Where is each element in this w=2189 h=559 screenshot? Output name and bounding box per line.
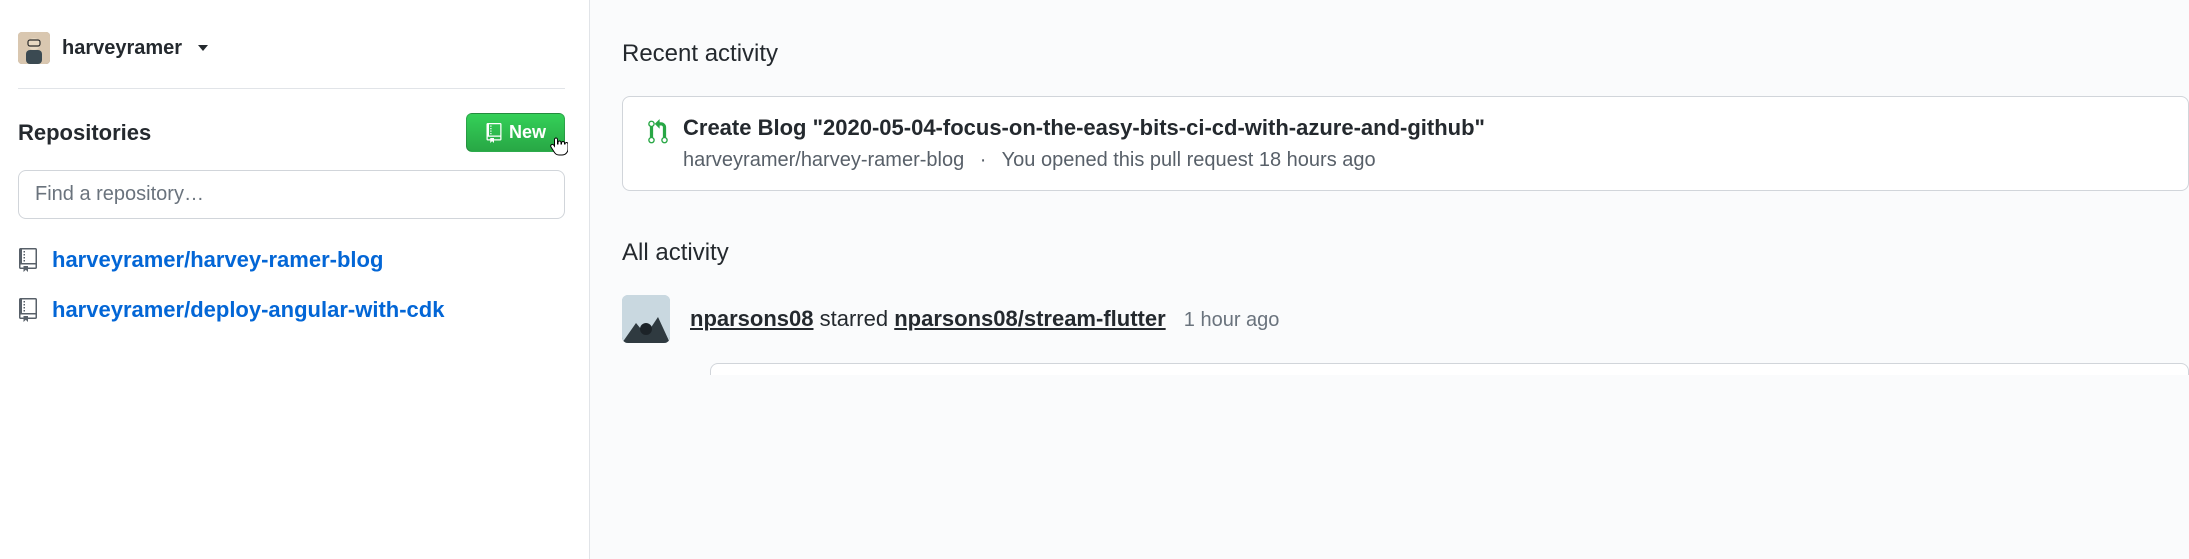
sidebar: harveyramer Repositories New harveyramer…	[0, 0, 590, 559]
repositories-header: Repositories New	[18, 113, 565, 152]
avatar	[18, 32, 50, 64]
feed-body: nparsons08 starred nparsons08/stream-flu…	[690, 306, 1279, 332]
feed-repo-link[interactable]: nparsons08/stream-flutter	[894, 306, 1165, 331]
activity-body: Create Blog "2020-05-04-focus-on-the-eas…	[683, 115, 1485, 172]
pull-request-icon	[647, 119, 669, 145]
feed-text: nparsons08 starred nparsons08/stream-flu…	[690, 306, 1172, 331]
activity-title: Create Blog "2020-05-04-focus-on-the-eas…	[683, 115, 1485, 141]
repo-link[interactable]: harveyramer/harvey-ramer-blog	[52, 247, 383, 273]
username-label: harveyramer	[62, 37, 182, 60]
repo-search-input[interactable]	[18, 170, 565, 219]
repositories-heading: Repositories	[18, 120, 151, 146]
feed-actor-link[interactable]: nparsons08	[690, 306, 814, 331]
recent-activity-heading: Recent activity	[622, 40, 2189, 68]
new-button-label: New	[509, 122, 546, 143]
activity-meta: harveyramer/harvey-ramer-blog · You open…	[683, 149, 1485, 172]
main-content: Recent activity Create Blog "2020-05-04-…	[590, 0, 2189, 559]
repo-list-item: harveyramer/deploy-angular-with-cdk	[18, 297, 565, 323]
repo-icon	[18, 248, 38, 272]
feed-item: nparsons08 starred nparsons08/stream-flu…	[622, 295, 2189, 343]
user-switcher[interactable]: harveyramer	[18, 32, 565, 89]
repo-list-item: harveyramer/harvey-ramer-blog	[18, 247, 565, 273]
caret-down-icon	[198, 45, 208, 51]
separator-dot: ·	[980, 149, 987, 171]
feed-timestamp: 1 hour ago	[1184, 309, 1280, 331]
activity-description: You opened this pull request 18 hours ag…	[1002, 149, 1376, 171]
all-activity-heading: All activity	[622, 239, 2189, 267]
activity-repo: harveyramer/harvey-ramer-blog	[683, 149, 964, 171]
new-repo-button[interactable]: New	[466, 113, 565, 152]
recent-activity-item[interactable]: Create Blog "2020-05-04-focus-on-the-eas…	[622, 96, 2189, 191]
feed-avatar[interactable]	[622, 295, 670, 343]
repo-link[interactable]: harveyramer/deploy-angular-with-cdk	[52, 297, 444, 323]
feed-action: starred	[820, 306, 888, 331]
repo-icon	[485, 123, 503, 143]
feed-subcard	[710, 363, 2189, 375]
cursor-hand-icon	[550, 136, 568, 161]
repo-icon	[18, 298, 38, 322]
